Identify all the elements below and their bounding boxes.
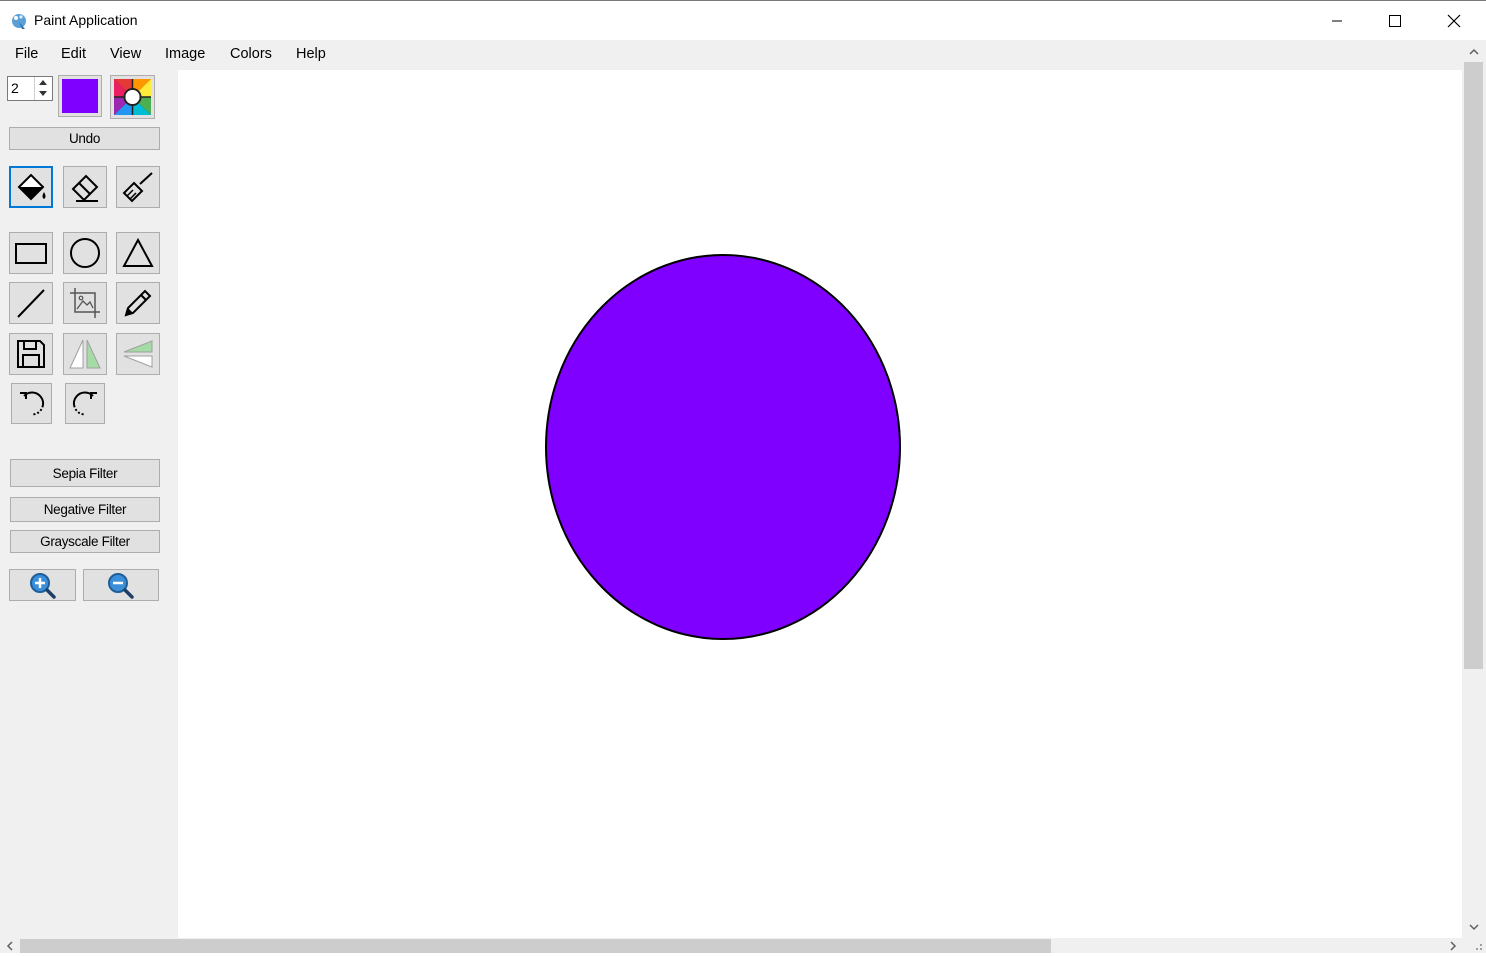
zoom-in-icon [29,573,56,599]
menu-bar: File Edit View Image Colors Help [0,40,1466,70]
chevron-up-icon [1469,48,1479,55]
color-wheel-icon [114,79,151,115]
minimize-button[interactable] [1308,1,1366,41]
rectangle-tool[interactable] [9,232,53,274]
flip-horizontal-tool[interactable] [116,333,160,375]
horizontal-scroll-thumb[interactable] [20,939,1051,953]
vertical-scrollbar[interactable] [1462,40,1486,938]
stepper-down-button[interactable] [35,88,51,99]
close-icon [1447,14,1461,28]
zoom-out-icon [108,573,134,599]
resize-grip[interactable] [1466,938,1486,953]
menu-view[interactable]: View [110,46,141,62]
chevron-right-icon [1449,940,1456,951]
window-title: Paint Application [34,12,138,28]
caret-up-icon [39,80,47,85]
crop-image-tool[interactable] [63,282,107,324]
close-button[interactable] [1425,1,1483,41]
triangle-tool[interactable] [116,232,160,274]
undo-button[interactable]: Undo [9,127,160,150]
canvas-surface [545,254,901,640]
ellipse-shape[interactable] [545,254,901,640]
scroll-up-button[interactable] [1462,42,1486,60]
paint-bucket-icon [17,173,46,201]
drawing-canvas[interactable] [178,70,1462,938]
flip-horizontal-icon [123,340,153,368]
pencil-tool[interactable] [116,282,160,324]
current-color-button[interactable] [58,75,102,117]
resize-grip-icon [1476,944,1482,950]
rotate-left-icon [19,391,44,415]
rotate-right-tool[interactable] [65,383,105,424]
chevron-left-icon [6,940,13,951]
scroll-down-button[interactable] [1462,918,1486,936]
eraser-icon [71,174,99,202]
crop-image-icon [70,288,100,318]
rotate-left-tool[interactable] [11,383,52,424]
fill-bucket-tool[interactable] [9,166,53,208]
sepia-filter-button[interactable]: Sepia Filter [10,459,160,487]
current-color-swatch [62,79,98,113]
line-tool[interactable] [9,282,53,324]
maximize-button[interactable] [1366,1,1424,41]
zoom-in-button[interactable] [9,569,76,601]
maximize-icon [1389,15,1401,27]
vertical-scroll-thumb[interactable] [1464,62,1483,669]
menu-edit[interactable]: Edit [61,46,86,62]
save-tool[interactable] [9,333,53,375]
scroll-left-button[interactable] [0,938,18,953]
rotate-right-icon [72,391,97,415]
eraser-tool[interactable] [63,166,107,208]
pencil-icon [124,289,152,317]
stepper-up-button[interactable] [35,77,51,88]
brush-size-value: 2 [11,80,19,96]
zoom-out-button[interactable] [83,569,159,601]
brush-size-stepper[interactable]: 2 [7,76,53,101]
color-palette-button[interactable] [110,75,155,119]
menu-image[interactable]: Image [165,46,205,62]
menu-colors[interactable]: Colors [230,46,272,62]
caret-down-icon [39,91,47,96]
negative-filter-button[interactable]: Negative Filter [10,497,160,522]
title-bar: Paint Application [0,0,1486,40]
grayscale-filter-button[interactable]: Grayscale Filter [10,530,160,553]
minimize-icon [1332,20,1342,22]
menu-help[interactable]: Help [296,46,326,62]
flip-vertical-tool[interactable] [63,333,107,375]
brush-tool[interactable] [116,166,160,208]
paintbrush-icon [122,172,153,203]
line-icon [17,289,45,318]
circle-icon [70,238,100,268]
ellipse-tool[interactable] [63,232,107,274]
stepper-arrows [34,77,52,100]
rectangle-icon [15,243,47,264]
flip-vertical-icon [69,339,101,369]
paint-window: Paint Application File Edit View Image C… [0,0,1486,953]
paint-app-icon [10,12,28,30]
scroll-right-button[interactable] [1444,938,1462,953]
triangle-icon [122,237,154,267]
save-icon [17,340,45,368]
menu-file[interactable]: File [15,46,38,62]
chevron-down-icon [1469,923,1479,930]
horizontal-scrollbar[interactable] [0,938,1466,953]
